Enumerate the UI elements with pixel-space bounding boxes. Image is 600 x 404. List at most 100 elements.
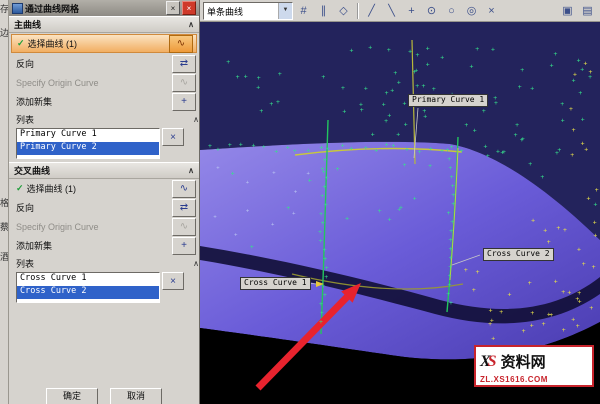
svg-text:+: + (387, 46, 391, 54)
reverse-button[interactable]: ⇄ (172, 199, 196, 217)
close-button[interactable]: × (182, 1, 196, 15)
svg-text:+: + (518, 83, 522, 91)
list-item[interactable]: Cross Curve 2 (17, 286, 159, 299)
svg-text:+: + (256, 83, 260, 91)
line2-snap-icon[interactable]: ╲ (382, 2, 401, 20)
ok-button[interactable]: 确定 (46, 388, 98, 404)
svg-text:+: + (321, 73, 325, 81)
collapse-icon[interactable]: ∧ (193, 115, 199, 124)
svg-text:+: + (308, 177, 312, 185)
line-snap-icon[interactable]: ╱ (362, 2, 381, 20)
remove-item-button[interactable]: × (162, 128, 184, 146)
intersection-snap-icon[interactable]: × (482, 2, 501, 20)
svg-text:+: + (593, 232, 597, 240)
curve-rule-dropdown[interactable]: 单条曲线 ▼ (203, 2, 293, 20)
quadrant-snap-icon[interactable]: ◎ (462, 2, 481, 20)
list-item[interactable]: Cross Curve 1 (17, 273, 159, 286)
remove-item-button[interactable]: × (162, 272, 184, 290)
svg-text:+: + (429, 145, 433, 153)
dialog-titlebar[interactable]: 通过曲线网格 × × (9, 0, 199, 16)
svg-text:+: + (475, 45, 479, 53)
svg-text:+: + (325, 264, 329, 272)
svg-text:+: + (341, 84, 345, 92)
curve-tag-cross-1[interactable]: Cross Curve 1 (240, 277, 311, 290)
watermark-logo: XS (480, 353, 497, 371)
list-label-row: 列表 ∧ (9, 255, 199, 271)
svg-text:+: + (322, 183, 326, 191)
svg-text:+: + (470, 63, 474, 71)
select-curve-button[interactable]: ∿ (172, 180, 196, 198)
graphics-viewport[interactable]: ++++++++++++++++++++++++++++++++++++++++… (200, 22, 600, 404)
curve-tag-primary-1[interactable]: Primary Curve 1 (408, 94, 488, 107)
svg-text:+: + (320, 192, 324, 200)
cancel-button[interactable]: 取消 (110, 388, 162, 404)
svg-text:+: + (324, 201, 328, 209)
add-set-button[interactable]: + (172, 237, 196, 255)
svg-text:+: + (324, 273, 328, 281)
svg-text:+: + (319, 300, 323, 308)
svg-text:+: + (323, 291, 327, 299)
svg-text:+: + (306, 147, 310, 155)
svg-text:+: + (368, 43, 372, 51)
svg-text:+: + (522, 327, 526, 335)
svg-text:+: + (208, 142, 212, 150)
watermark-url: ZL.XS1616.COM (480, 375, 588, 384)
svg-text:+: + (323, 156, 327, 164)
point-snap-icon[interactable]: + (402, 2, 421, 20)
svg-text:+: + (323, 246, 327, 254)
grid-snap-icon[interactable]: # (294, 2, 313, 20)
svg-text:+: + (449, 227, 453, 235)
svg-text:+: + (374, 147, 378, 155)
svg-text:+: + (293, 147, 297, 155)
collapse-icon[interactable]: ∧ (193, 259, 199, 268)
svg-text:+: + (231, 169, 235, 177)
add-set-row: 添加新集 + (9, 236, 199, 255)
select-curve-button[interactable]: ∿ (169, 35, 193, 53)
svg-text:+: + (440, 54, 444, 62)
dialog-footer: 确定 取消 (9, 388, 199, 404)
reverse-row: 反向 ⇄ (9, 198, 199, 217)
reverse-button[interactable]: ⇄ (172, 55, 196, 73)
dropdown-arrow-icon[interactable]: ▼ (278, 3, 292, 19)
left-edge-strip: 存 边 格 蔡 酒 (0, 0, 9, 404)
svg-text:+: + (226, 58, 230, 66)
svg-text:+: + (326, 145, 330, 153)
center-snap-icon[interactable]: ⊙ (422, 2, 441, 20)
list-label-row: 列表 ∧ (9, 111, 199, 127)
layers-icon[interactable]: ▤ (578, 2, 597, 20)
add-set-label: 添加新集 (16, 239, 52, 252)
list-item[interactable]: Primary Curve 1 (17, 129, 159, 142)
circle-snap-icon[interactable]: ○ (442, 2, 461, 20)
section-header-primary[interactable]: 主曲线 ∧ (9, 16, 199, 33)
select-curve-row[interactable]: ✓ 选择曲线 (1) ∿ (11, 34, 197, 53)
svg-text:+: + (449, 245, 453, 253)
collapse-icon[interactable]: ∧ (188, 20, 194, 29)
svg-text:+: + (554, 50, 558, 58)
primary-curve-list[interactable]: Primary Curve 1 Primary Curve 2 (16, 128, 160, 159)
strip-text: 蔡 (0, 220, 9, 233)
pin-button[interactable]: × (166, 1, 180, 15)
handle-icon[interactable]: ◇ (334, 2, 353, 20)
strip-text: 格 (0, 196, 9, 209)
origin-curve-label: Specify Origin Curve (16, 78, 99, 88)
collapse-icon[interactable]: ∧ (188, 166, 194, 175)
section-header-cross[interactable]: 交叉曲线 ∧ (9, 162, 199, 179)
cross-curve-list[interactable]: Cross Curve 1 Cross Curve 2 (16, 272, 160, 303)
select-curve-row[interactable]: ✓ 选择曲线 (1) ∿ (9, 179, 199, 198)
svg-text:+: + (464, 266, 468, 274)
curve-icon: ∿ (180, 221, 188, 232)
list-buttons: × (162, 128, 184, 159)
svg-text:+: + (489, 307, 493, 315)
svg-text:+: + (415, 82, 419, 90)
add-set-row: 添加新集 + (9, 92, 199, 111)
list-item[interactable]: Primary Curve 2 (17, 142, 159, 155)
view-cube-icon[interactable]: ▣ (558, 2, 577, 20)
watermark-row: XS 资料网 (480, 348, 588, 375)
delete-icon: × (170, 276, 176, 287)
origin-curve-button: ∿ (172, 74, 196, 92)
parallel-snap-icon[interactable]: ∥ (314, 2, 333, 20)
strip-text: 酒 (0, 250, 9, 263)
svg-text:+: + (426, 60, 430, 68)
curve-tag-cross-2[interactable]: Cross Curve 2 (483, 248, 554, 261)
add-set-button[interactable]: + (172, 93, 196, 111)
